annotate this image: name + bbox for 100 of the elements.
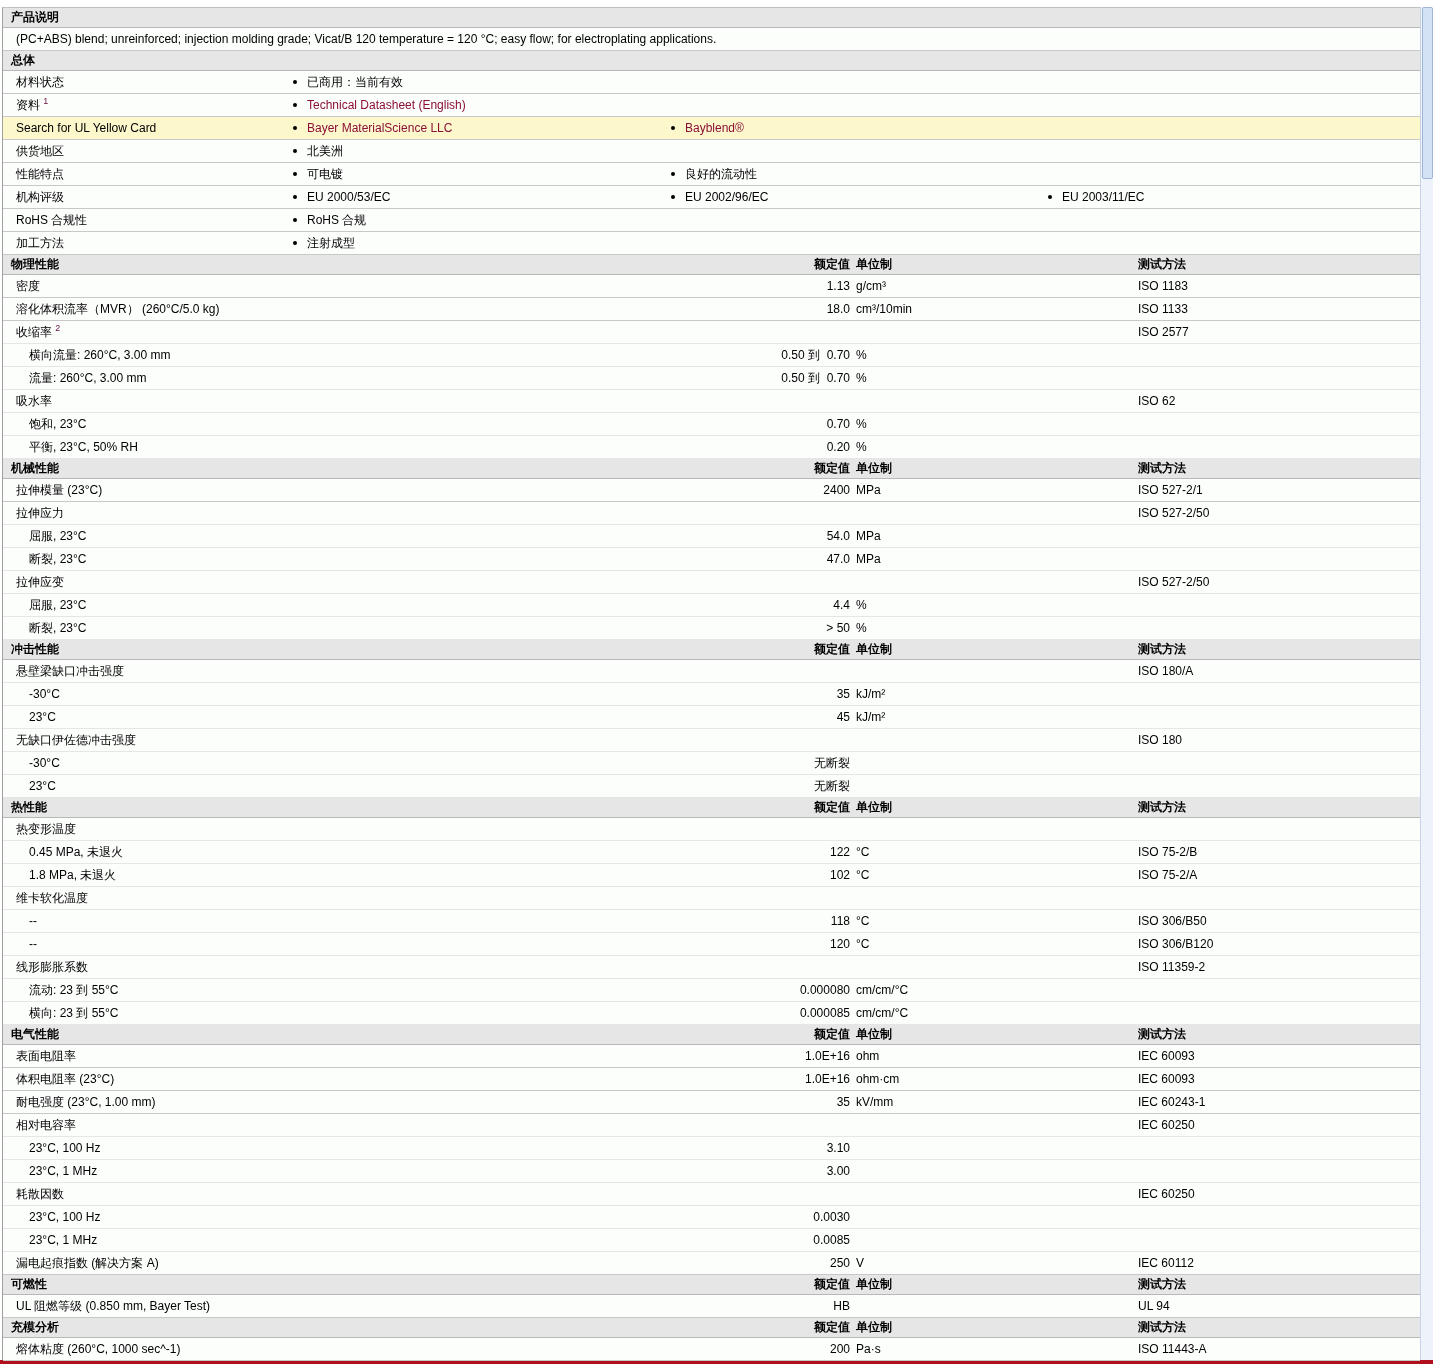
unit-cell-text: MPa xyxy=(856,551,882,568)
property-label: 饱和, 23°C xyxy=(28,416,88,433)
unit-cell-text: % xyxy=(856,439,868,456)
bullet-icon xyxy=(671,195,675,199)
column-header: 额定值 xyxy=(813,641,851,658)
unit-cell-text: % xyxy=(856,416,868,433)
column-header: 测试方法 xyxy=(1138,1319,1187,1336)
test-method: ISO 306/B50 xyxy=(1138,913,1208,930)
unit-cell-text: cm/cm/°C xyxy=(856,982,910,999)
value-cell-text: 0.0085 xyxy=(812,1232,851,1249)
value-cell-text: 1.13 xyxy=(825,278,851,295)
property-label: 屈服, 23°C xyxy=(28,528,88,545)
test-method: IEC 60243-1 xyxy=(1138,1094,1207,1111)
property-label: 流动: 23 到 55°C xyxy=(28,982,120,999)
value-cell-text: 35 xyxy=(835,1094,851,1111)
unit-cell-text: % xyxy=(856,347,868,364)
property-value: EU 2002/96/EC xyxy=(685,189,769,206)
test-method: ISO 62 xyxy=(1138,393,1177,410)
section-title: 产品说明 xyxy=(10,10,59,24)
unit-cell-text: % xyxy=(856,597,868,614)
property-label: 材料状态 xyxy=(15,74,65,91)
test-method: ISO 75-2/A xyxy=(1138,867,1199,884)
property-label: RoHS 合规性 xyxy=(15,212,89,229)
unit-cell-text: MPa xyxy=(856,528,882,545)
property-label: 拉伸应力 xyxy=(15,505,65,522)
test-method: ISO 306/B120 xyxy=(1138,936,1215,953)
property-label: UL 阻燃等级 (0.850 mm, Bayer Test) xyxy=(15,1298,212,1315)
property-label: 耐电强度 (23°C, 1.00 mm) xyxy=(15,1094,157,1111)
property-label: 横向流量: 260°C, 3.00 mm xyxy=(28,347,172,364)
bullet-icon xyxy=(293,195,297,199)
property-label: 23°C xyxy=(28,709,57,726)
property-label: 1.8 MPa, 未退火 xyxy=(28,867,118,884)
column-header: 额定值 xyxy=(813,1276,851,1293)
property-label: 体积电阻率 (23°C) xyxy=(15,1071,116,1088)
column-header: 额定值 xyxy=(813,256,851,273)
test-method: IEC 60112 xyxy=(1138,1255,1195,1272)
scrollbar[interactable] xyxy=(1420,7,1433,1360)
test-method: ISO 527-2/50 xyxy=(1138,574,1211,591)
value-cell-text: 3.00 xyxy=(825,1163,851,1180)
unit-cell-text: ohm xyxy=(856,1048,881,1065)
value-cell-text: 0.0030 xyxy=(812,1209,851,1226)
property-label: 机构评级 xyxy=(15,189,65,206)
bullet-icon xyxy=(293,103,297,107)
section-title: 冲击性能 xyxy=(10,641,60,658)
column-header: 单位制 xyxy=(856,641,893,658)
bullet-icon xyxy=(293,80,297,84)
property-label: 断裂, 23°C xyxy=(28,551,88,568)
property-label: 平衡, 23°C, 50% RH xyxy=(28,439,139,456)
unit-cell-text: % xyxy=(856,370,868,387)
value-cell-text: 无断裂 xyxy=(813,778,851,795)
unit-cell-text: °C xyxy=(856,844,871,861)
section-title: 充模分析 xyxy=(10,1319,60,1336)
unit-cell-text: MPa xyxy=(856,482,882,499)
unit-cell-text: °C xyxy=(856,936,871,953)
value-cell-text: 47.0 xyxy=(825,551,851,568)
unit-cell-text: cm³/10min xyxy=(856,301,913,318)
property-value: 北美洲 xyxy=(307,143,343,160)
property-label: 屈服, 23°C xyxy=(28,597,88,614)
link[interactable]: Bayer MaterialScience LLC xyxy=(307,117,453,139)
property-label: 线形膨胀系数 xyxy=(15,959,89,976)
value-cell-text: > 50 xyxy=(825,620,851,637)
property-label: 性能特点 xyxy=(15,166,65,183)
property-label: -- xyxy=(28,913,38,930)
value-cell-text: 0.20 xyxy=(825,439,851,456)
section-title: 物理性能 xyxy=(10,256,60,273)
test-method: ISO 1183 xyxy=(1138,278,1189,295)
property-label: 拉伸应变 xyxy=(15,574,65,591)
unit-cell-text: kJ/m² xyxy=(856,709,887,726)
section-title: 热性能 xyxy=(10,799,48,816)
property-label: 密度 xyxy=(15,278,41,295)
value-cell-text: 0.50 到 0.70 xyxy=(780,370,851,387)
property-value: 注射成型 xyxy=(307,235,355,252)
column-header: 单位制 xyxy=(856,1319,893,1336)
property-label: 收缩率 $^{2}$ xyxy=(15,322,62,341)
scrollbar-thumb[interactable] xyxy=(1422,7,1433,179)
column-header: 额定值 xyxy=(813,460,851,477)
value-cell-text: 3.10 xyxy=(825,1140,851,1157)
value-cell-text: 118 xyxy=(829,913,851,930)
section-title: 总体 xyxy=(9,53,35,67)
property-label: 无缺口伊佐德冲击强度 xyxy=(15,732,137,749)
unit-cell-text: % xyxy=(856,620,868,637)
property-label: 维卡软化温度 xyxy=(15,890,89,907)
value-cell-text: 35 xyxy=(835,686,851,703)
value-cell-text: 1.0E+16 xyxy=(803,1048,851,1065)
property-label: Search for UL Yellow Card xyxy=(15,120,158,137)
unit-cell-text: °C xyxy=(856,913,871,930)
section-title: 机械性能 xyxy=(10,460,60,477)
column-header: 额定值 xyxy=(813,1319,851,1336)
test-method: ISO 2577 xyxy=(1138,324,1190,341)
property-label: 23°C, 1 MHz xyxy=(28,1232,99,1249)
property-label: 23°C, 100 Hz xyxy=(28,1209,102,1226)
link[interactable]: Bayblend® xyxy=(685,117,744,139)
test-method: IEC 60250 xyxy=(1138,1117,1196,1134)
property-label: 加工方法 xyxy=(15,235,65,252)
property-label: 相对电容率 xyxy=(15,1117,77,1134)
bullet-icon xyxy=(671,126,675,130)
value-cell-text: 120 xyxy=(828,936,851,953)
link[interactable]: Technical Datasheet (English) xyxy=(307,94,466,116)
property-value: 可电镀 xyxy=(307,166,343,183)
unit-cell-text: °C xyxy=(856,867,871,884)
